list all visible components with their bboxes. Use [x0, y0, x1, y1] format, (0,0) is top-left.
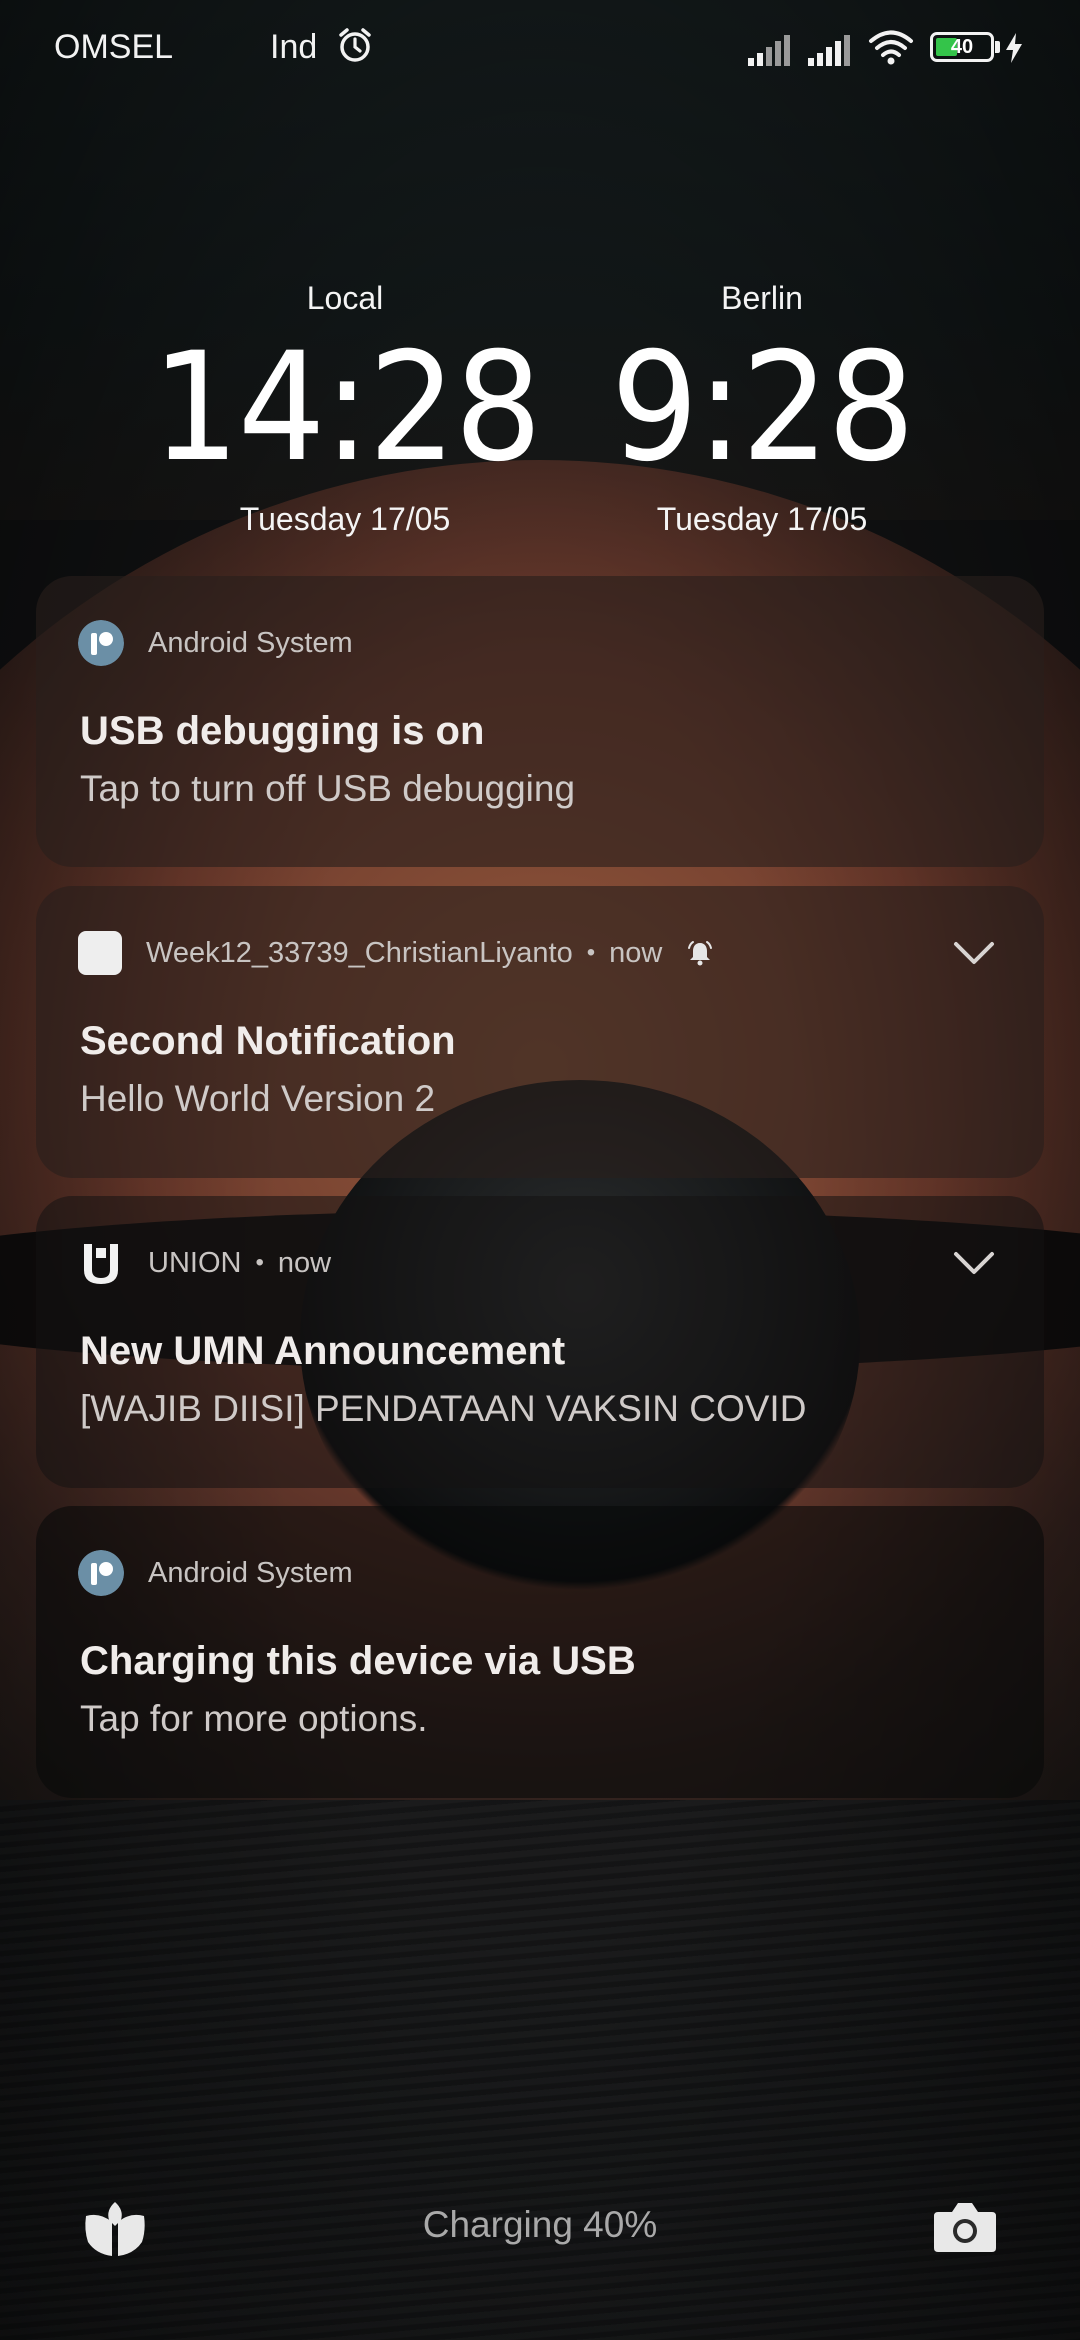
app-name: Android System	[148, 626, 353, 659]
battery-tip	[995, 41, 1000, 53]
clock-city: Local	[306, 280, 384, 316]
battery-icon: 40	[930, 32, 994, 62]
app-icon	[78, 931, 122, 975]
expand-chevron-icon[interactable]	[952, 1248, 996, 1278]
union-icon	[84, 1244, 118, 1284]
notification-union[interactable]: UNION • now New UMN Announcement [WAJIB …	[36, 1196, 1044, 1488]
clock-time: 9:28	[610, 321, 915, 495]
berlin-clock: Berlin 9:28 Tuesday 17/05	[552, 280, 972, 538]
wifi-icon	[869, 30, 913, 65]
notification-title: USB debugging is on	[80, 709, 485, 753]
notification-title: Charging this device via USB	[80, 1639, 636, 1683]
notification-header: Android System	[78, 1550, 353, 1596]
clock-date: Tuesday 17/05	[239, 501, 451, 537]
notification-time: now	[277, 1246, 332, 1279]
notification-header: Android System	[78, 620, 353, 666]
alarm-icon	[339, 28, 371, 62]
notification-title: Second Notification	[80, 1019, 456, 1063]
notification-usb-debugging[interactable]: Android System USB debugging is on Tap t…	[36, 576, 1044, 867]
camera-icon[interactable]	[932, 2198, 998, 2254]
signal-2-icon	[808, 35, 850, 66]
notification-text: [WAJIB DIISI] PENDATAAN VAKSIN COVID	[80, 1388, 807, 1429]
separator-dot: •	[586, 939, 596, 966]
local-clock: Local 14:28 Tuesday 17/05	[135, 280, 555, 538]
android-system-icon	[78, 1550, 124, 1596]
notification-text: Tap to turn off USB debugging	[80, 768, 576, 809]
clock-date: Tuesday 17/05	[656, 501, 868, 537]
carrier-label-2: Ind	[270, 28, 318, 66]
charging-bolt-icon	[1006, 33, 1022, 63]
clock-city: Berlin	[721, 280, 803, 316]
expand-chevron-icon[interactable]	[952, 938, 996, 968]
signal-1-icon	[748, 35, 790, 66]
notification-text: Tap for more options.	[80, 1698, 428, 1739]
notification-header: Week12_33739_ChristianLiyanto • now	[78, 930, 714, 976]
notification-usb-charging[interactable]: Android System Charging this device via …	[36, 1506, 1044, 1798]
clock-time: 14:28	[151, 321, 542, 495]
charging-status: Charging 40%	[422, 2204, 658, 2245]
android-system-icon	[78, 620, 124, 666]
battery-level: 40	[950, 36, 974, 58]
app-name: Android System	[148, 1556, 353, 1589]
notification-time: now	[609, 936, 663, 969]
app-name: Week12_33739_ChristianLiyanto	[146, 936, 573, 969]
status-bar: OMSEL Ind 40	[0, 0, 1080, 96]
app-name: UNION	[148, 1246, 242, 1279]
notification-title: New UMN Announcement	[80, 1329, 566, 1373]
notification-text: Hello World Version 2	[80, 1078, 436, 1119]
carrier-label: OMSEL	[54, 28, 174, 66]
notification-header: UNION • now	[78, 1240, 331, 1286]
notification-second[interactable]: Week12_33739_ChristianLiyanto • now Seco…	[36, 886, 1044, 1178]
separator-dot: •	[255, 1249, 264, 1276]
bell-icon	[688, 941, 713, 966]
